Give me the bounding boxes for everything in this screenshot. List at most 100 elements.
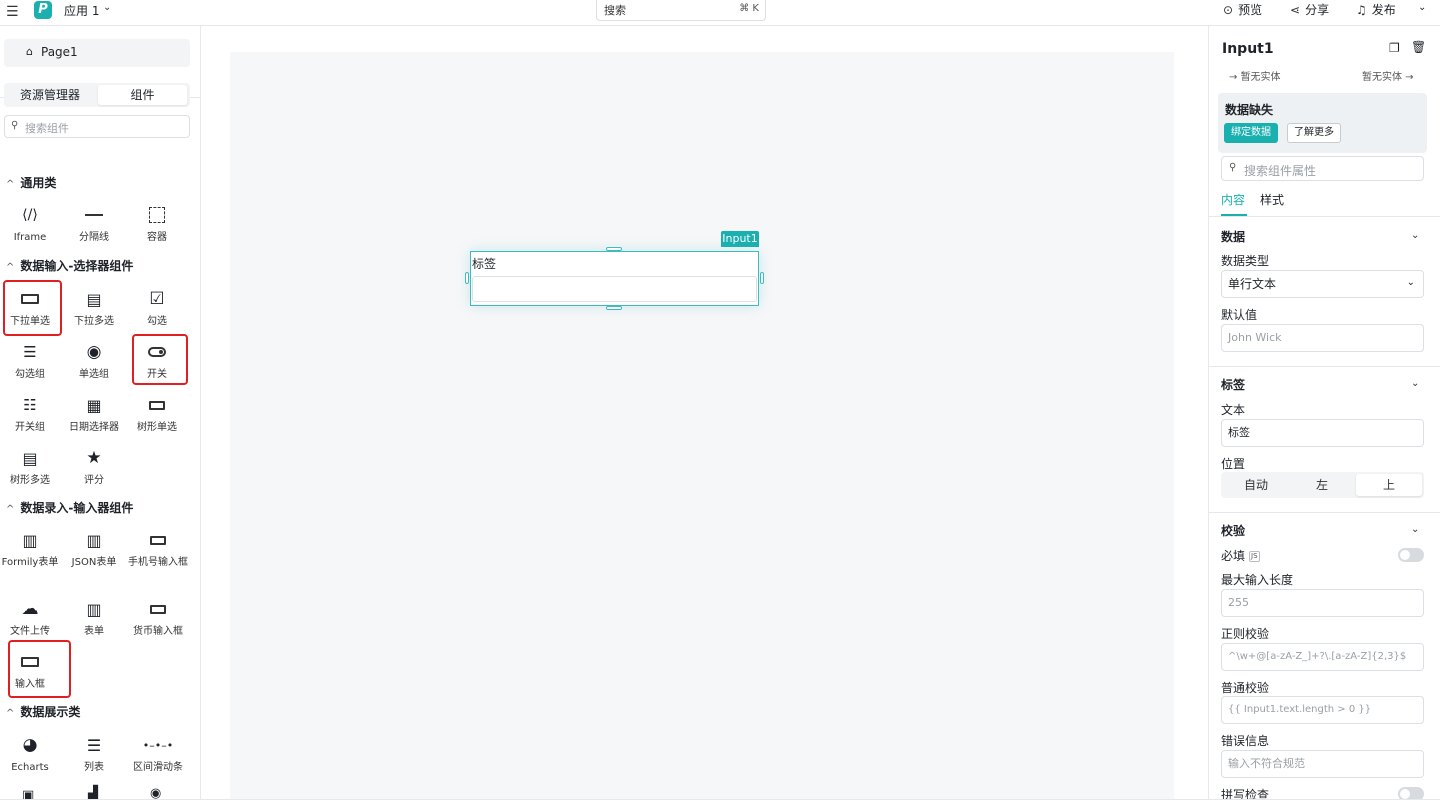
text-label: 文本	[1221, 403, 1246, 417]
label-text-input[interactable]: 标签	[1221, 419, 1424, 447]
component-divider[interactable]: 分隔线	[64, 203, 124, 245]
required-label: 必填 JS	[1221, 548, 1260, 564]
resize-handle-bottom[interactable]	[606, 306, 622, 310]
search-icon: ⚲	[1229, 162, 1237, 173]
preview-button[interactable]: ⊙ 预览	[1223, 2, 1262, 18]
widget-title[interactable]: Input1	[1222, 40, 1274, 58]
section-data[interactable]: 数据	[1221, 229, 1245, 245]
bind-data-button[interactable]: 绑定数据	[1224, 123, 1278, 143]
component-label: 树形多选	[10, 475, 50, 486]
error-message-placeholder: 输入不符合规范	[1228, 757, 1305, 770]
component-form[interactable]: ▥ 表单	[64, 597, 124, 639]
form-icon: ▥	[86, 599, 102, 619]
chevron-down-icon[interactable]: ⌄	[1411, 378, 1419, 389]
hamburger-menu-icon[interactable]: ☰	[6, 4, 19, 20]
default-value-input[interactable]: John Wick	[1221, 324, 1424, 352]
tree-select-icon	[127, 393, 187, 417]
bottom-bar	[0, 799, 1440, 807]
chevron-down-icon[interactable]: ⌄	[103, 2, 111, 13]
category-selectors[interactable]: ^ 数据输入-选择器组件	[6, 258, 133, 276]
error-message-input[interactable]: 输入不符合规范	[1221, 750, 1424, 778]
component-echarts[interactable]: ◕ Echarts	[0, 733, 60, 775]
component-iframe[interactable]: ⟨/⟩ Iframe	[0, 203, 60, 245]
data-type-label: 数据类型	[1221, 254, 1270, 268]
component-label: Formily表单	[1, 557, 59, 568]
highlight-box	[3, 280, 62, 336]
max-length-input[interactable]: 255	[1221, 589, 1424, 617]
chevron-down-icon: ⌄	[1406, 277, 1415, 288]
share-button[interactable]: ⋖ 分享	[1290, 2, 1329, 18]
component-range-slider[interactable]: •–•–• 区间滑动条	[127, 733, 189, 775]
component-label: 分隔线	[79, 232, 109, 243]
regex-input[interactable]: ^\w+@[a-zA-Z_]+?\.[a-zA-Z]{2,3}$	[1221, 643, 1424, 671]
category-general[interactable]: ^ 通用类	[6, 175, 56, 193]
component-label: 容器	[147, 232, 167, 243]
section-validation[interactable]: 校验	[1221, 523, 1245, 539]
position-left[interactable]: 左	[1289, 474, 1355, 496]
entity-left-label: 暂无实体	[1240, 72, 1281, 83]
category-inputs[interactable]: ^ 数据录入-输入器组件	[6, 500, 133, 518]
component-file-upload[interactable]: ☁ 文件上传	[0, 597, 60, 639]
property-search-input[interactable]: ⚲ 搜索组件属性	[1221, 156, 1424, 181]
tab-style[interactable]: 样式	[1260, 192, 1284, 208]
component-label: JSON表单	[71, 557, 117, 568]
component-label: 开关组	[15, 422, 45, 433]
component-json-form[interactable]: ▥ JSON表单	[64, 528, 124, 570]
component-label: 文件上传	[10, 626, 50, 637]
tab-content[interactable]: 内容	[1221, 192, 1245, 208]
data-type-select[interactable]: 单行文本 ⌄	[1221, 270, 1424, 298]
resize-handle-top[interactable]	[606, 247, 622, 251]
publish-button[interactable]: ♫ 发布	[1356, 2, 1396, 18]
category-display[interactable]: ^ 数据展示类	[6, 704, 80, 722]
divider	[1208, 216, 1440, 217]
component-search-input[interactable]: ⚲ 搜索组件	[4, 115, 190, 138]
app-name[interactable]: 应用 1	[64, 3, 99, 19]
component-label: 勾选	[147, 316, 167, 327]
default-value-placeholder: John Wick	[1228, 331, 1282, 344]
component-label: 树形单选	[137, 422, 177, 433]
required-toggle[interactable]	[1398, 548, 1424, 562]
resize-handle-left[interactable]	[465, 272, 469, 284]
selected-widget-tag[interactable]: Input1	[721, 231, 759, 247]
section-label[interactable]: 标签	[1221, 377, 1245, 393]
chevron-down-icon[interactable]: ⌄	[1411, 524, 1419, 535]
code-icon: ⟨/⟩	[22, 207, 38, 223]
component-container[interactable]: 容器	[127, 203, 187, 245]
toggle-group-icon: ☷	[23, 396, 37, 414]
trash-icon[interactable]: 🗑	[1411, 40, 1426, 54]
component-formily-form[interactable]: ▥ Formily表单	[0, 528, 60, 570]
component-checkbox-group[interactable]: ☰ 勾选组	[0, 340, 60, 382]
tab-resources[interactable]: 资源管理器	[6, 85, 94, 105]
page-item-page1[interactable]: ⌂ Page1	[4, 39, 190, 67]
component-switch-group[interactable]: ☷ 开关组	[0, 393, 60, 435]
normal-validation-input[interactable]: {{ Input1.text.length > 0 }}	[1221, 696, 1424, 724]
learn-more-button[interactable]: 了解更多	[1287, 123, 1341, 143]
resize-handle-right[interactable]	[760, 272, 764, 284]
component-rating[interactable]: ★ 评分	[64, 446, 124, 488]
component-tree-multiselect[interactable]: ▤ 树形多选	[0, 446, 60, 488]
component-radio-group[interactable]: ◉ 单选组	[64, 340, 124, 382]
chevron-up-icon: ^	[6, 179, 15, 190]
component-date-picker[interactable]: ▦ 日期选择器	[64, 393, 124, 435]
design-canvas[interactable]	[230, 52, 1174, 807]
publish-chevron-icon[interactable]: ⌄	[1418, 2, 1426, 13]
container-icon	[127, 203, 187, 227]
component-list[interactable]: ☰ 列表	[64, 733, 124, 775]
tab-components[interactable]: 组件	[98, 85, 187, 105]
component-tree-select[interactable]: 树形单选	[127, 393, 187, 435]
search-icon: ⚲	[11, 120, 19, 131]
component-phone-input[interactable]: 手机号输入框	[127, 528, 189, 570]
component-currency-input[interactable]: 货币输入框	[127, 597, 189, 639]
component-multiselect[interactable]: ▤ 下拉多选	[64, 287, 124, 329]
echarts-icon: ◕	[22, 735, 38, 755]
position-top[interactable]: 上	[1356, 474, 1422, 496]
entity-right-link[interactable]: 暂无实体 →	[1362, 71, 1414, 85]
widget-text-input[interactable]	[472, 276, 757, 302]
position-auto[interactable]: 自动	[1223, 474, 1289, 496]
global-search[interactable]: 搜索 ⌘ K	[596, 0, 766, 21]
component-checkbox[interactable]: ☑ 勾选	[127, 287, 187, 329]
chevron-down-icon[interactable]: ⌄	[1411, 230, 1419, 241]
copy-icon[interactable]: ❐	[1389, 41, 1400, 55]
entity-left-link[interactable]: → 暂无实体	[1229, 71, 1281, 85]
js-badge[interactable]: JS	[1249, 551, 1260, 562]
